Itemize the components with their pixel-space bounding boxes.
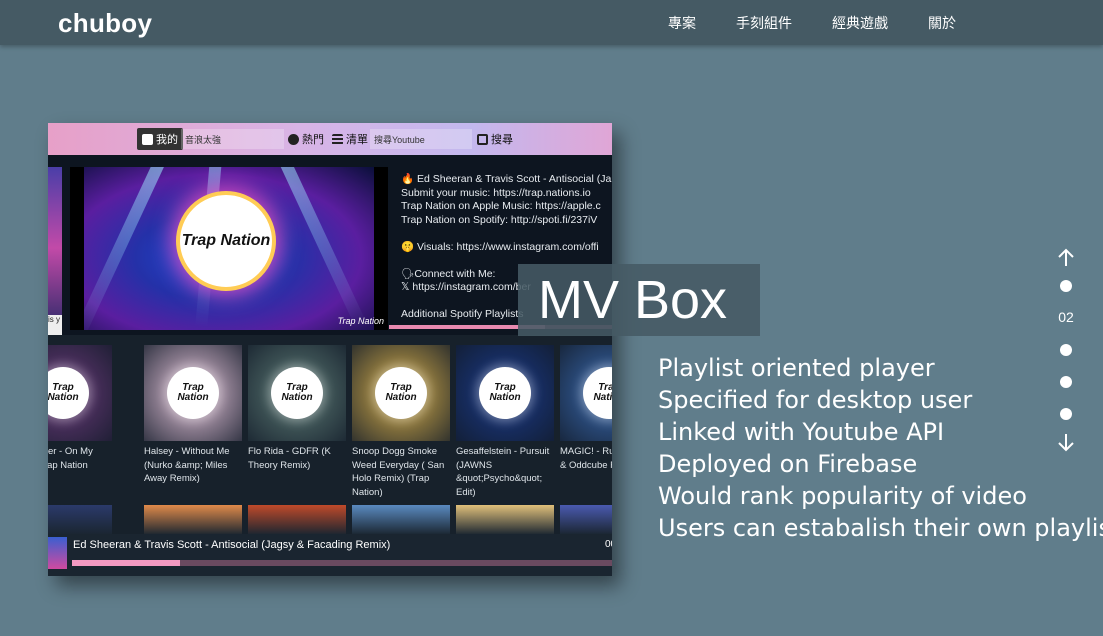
desc-line: 🔥 Ed Sheeran & Travis Scott - Antisocial…: [401, 173, 612, 185]
video-card-title: Gesaffelstein - Pursuit (JAWNS &quot;Psy…: [456, 446, 550, 498]
prev-video-thumbnail: is y: [48, 167, 62, 335]
video-thumbnail: [48, 505, 112, 535]
hot-button: 熱門: [288, 128, 324, 150]
desc-line: Trap Nation on Apple Music: https://appl…: [401, 200, 601, 212]
prev-video-caption: is y: [48, 315, 62, 335]
video-card-title: Flo Rida - GDFR (K Theory Remix): [248, 446, 331, 471]
list-icon: [332, 133, 343, 145]
arrow-down-icon[interactable]: [1056, 432, 1076, 452]
feature-item: Users can estabalish their own playlists: [658, 514, 1103, 542]
video-artwork: Trap Nation: [84, 167, 374, 330]
mine-label: 我的: [156, 134, 178, 146]
trap-nation-logo: Trap Nation: [375, 367, 427, 419]
video-card-title: Halsey - Without Me (Nurko &amp; Miles A…: [144, 446, 230, 484]
corner-watermark: Trap Nation: [337, 316, 384, 326]
light-beam: [84, 167, 168, 330]
compass-icon: [288, 133, 299, 145]
video-thumbnail: Trap Nation: [456, 345, 554, 441]
nav-link-about[interactable]: 關於: [928, 13, 956, 33]
video-frame: Trap Nation Trap Nation: [70, 167, 388, 330]
search-icon: [477, 133, 488, 145]
feature-item: Linked with Youtube API: [658, 418, 945, 446]
feature-list: Playlist oriented player Specified for d…: [658, 352, 1103, 544]
trap-nation-logo: Trap Nation: [479, 367, 531, 419]
trap-nation-logo: Trap Nation: [167, 367, 219, 419]
feature-item: Deployed on Firebase: [658, 450, 918, 478]
video-grid-row2: [48, 505, 612, 535]
trap-nation-logo: Trap Nation: [583, 367, 612, 419]
video-thumbnail: [248, 505, 346, 535]
video-thumbnail: Trap Nation: [560, 345, 612, 441]
now-playing-title: Ed Sheeran & Travis Scott - Antisocial (…: [73, 539, 391, 551]
project-title: MV Box: [538, 270, 728, 330]
video-card: Trap Nation Halsey - Without Me (Nurko &a…: [144, 345, 242, 486]
top-nav: chuboy 專案 手刻組件 經典遊戲 關於: [0, 0, 1103, 45]
arrow-up-icon[interactable]: [1056, 248, 1076, 268]
video-thumbnail: [456, 505, 554, 535]
video-card: Trap Nation Snoop Dogg Smoke Weed Everyda…: [352, 345, 450, 499]
now-playing-time: 00: [605, 539, 612, 550]
desc-line: Trap Nation on Spotify: http://spoti.fi/…: [401, 213, 598, 226]
clipboard-icon: [142, 133, 153, 145]
video-card: Trap Nation an Walker - On My Way (Trap N…: [48, 345, 112, 486]
video-thumbnail: Trap Nation: [144, 345, 242, 441]
page-dot[interactable]: [1060, 344, 1072, 356]
nav-link-games[interactable]: 經典遊戲: [832, 13, 888, 33]
now-playing-thumbnail: [48, 537, 67, 569]
trap-nation-logo: Trap Nation: [176, 191, 276, 291]
page-dot[interactable]: [1060, 408, 1072, 420]
desc-line: 🤫 Visuals: https://www.instagram.com/off…: [401, 240, 599, 253]
nav-link-projects[interactable]: 專案: [668, 13, 696, 33]
page-current: 02: [1058, 309, 1074, 325]
hot-label: 熱門: [302, 134, 324, 146]
light-beam: [272, 167, 368, 330]
brand-logo[interactable]: chuboy: [58, 8, 152, 39]
video-thumbnail: Trap Nation: [48, 345, 112, 441]
video-thumbnail: Trap Nation: [352, 345, 450, 441]
trap-nation-logo: Trap Nation: [271, 367, 323, 419]
mine-button: 我的: [137, 128, 183, 150]
video-card-title: MAGIC! - Ru (Arcando & Oddcube Re: [560, 446, 612, 471]
page-dot[interactable]: [1060, 280, 1072, 292]
project-title-box: MV Box: [518, 264, 760, 336]
playback-progress-fill: [72, 560, 180, 566]
feature-item: Playlist oriented player: [658, 354, 935, 382]
feature-item: Specified for desktop user: [658, 386, 973, 414]
app-toolbar: 我的 音浪太強 熱門 清單 搜尋Youtube 搜尋: [48, 123, 612, 155]
playback-progress-bar: [72, 560, 612, 566]
search-label: 搜尋: [491, 134, 513, 146]
video-card: Trap Nation Flo Rida - GDFR (K Theory Rem…: [248, 345, 346, 472]
trap-nation-logo: Trap Nation: [48, 367, 89, 419]
desc-line: [401, 227, 612, 241]
list-label: 清單: [346, 134, 368, 146]
feature-item: Would rank popularity of video: [658, 482, 1027, 510]
nav-links: 專案 手刻組件 經典遊戲 關於: [668, 13, 996, 33]
video-thumbnail: [144, 505, 242, 535]
page-dot[interactable]: [1060, 376, 1072, 388]
playlist-input: 音浪太強: [181, 129, 284, 149]
desc-line: Submit your music: https://trap.nations.…: [401, 186, 591, 199]
video-card-title: an Walker - On My Way (Trap Nation emix): [48, 446, 93, 471]
video-thumbnail: Trap Nation: [248, 345, 346, 441]
video-card: Trap Nation Gesaffelstein - Pursuit (JAWN…: [456, 345, 554, 499]
now-playing-bar: Ed Sheeran & Travis Scott - Antisocial (…: [48, 534, 612, 576]
project-screenshot: 我的 音浪太強 熱門 清單 搜尋Youtube 搜尋 is y Trap Nat…: [48, 123, 612, 576]
video-card: Trap Nation MAGIC! - Ru (Arcando & Oddcub…: [560, 345, 612, 472]
video-thumbnail: [560, 505, 612, 535]
nav-link-components[interactable]: 手刻組件: [736, 13, 792, 33]
video-thumbnail: [352, 505, 450, 535]
search-button: 搜尋: [477, 128, 513, 150]
video-card-title: Snoop Dogg Smoke Weed Everyday ( San Hol…: [352, 446, 445, 498]
list-button: 清單: [332, 128, 368, 150]
youtube-search-input: 搜尋Youtube: [370, 129, 472, 149]
